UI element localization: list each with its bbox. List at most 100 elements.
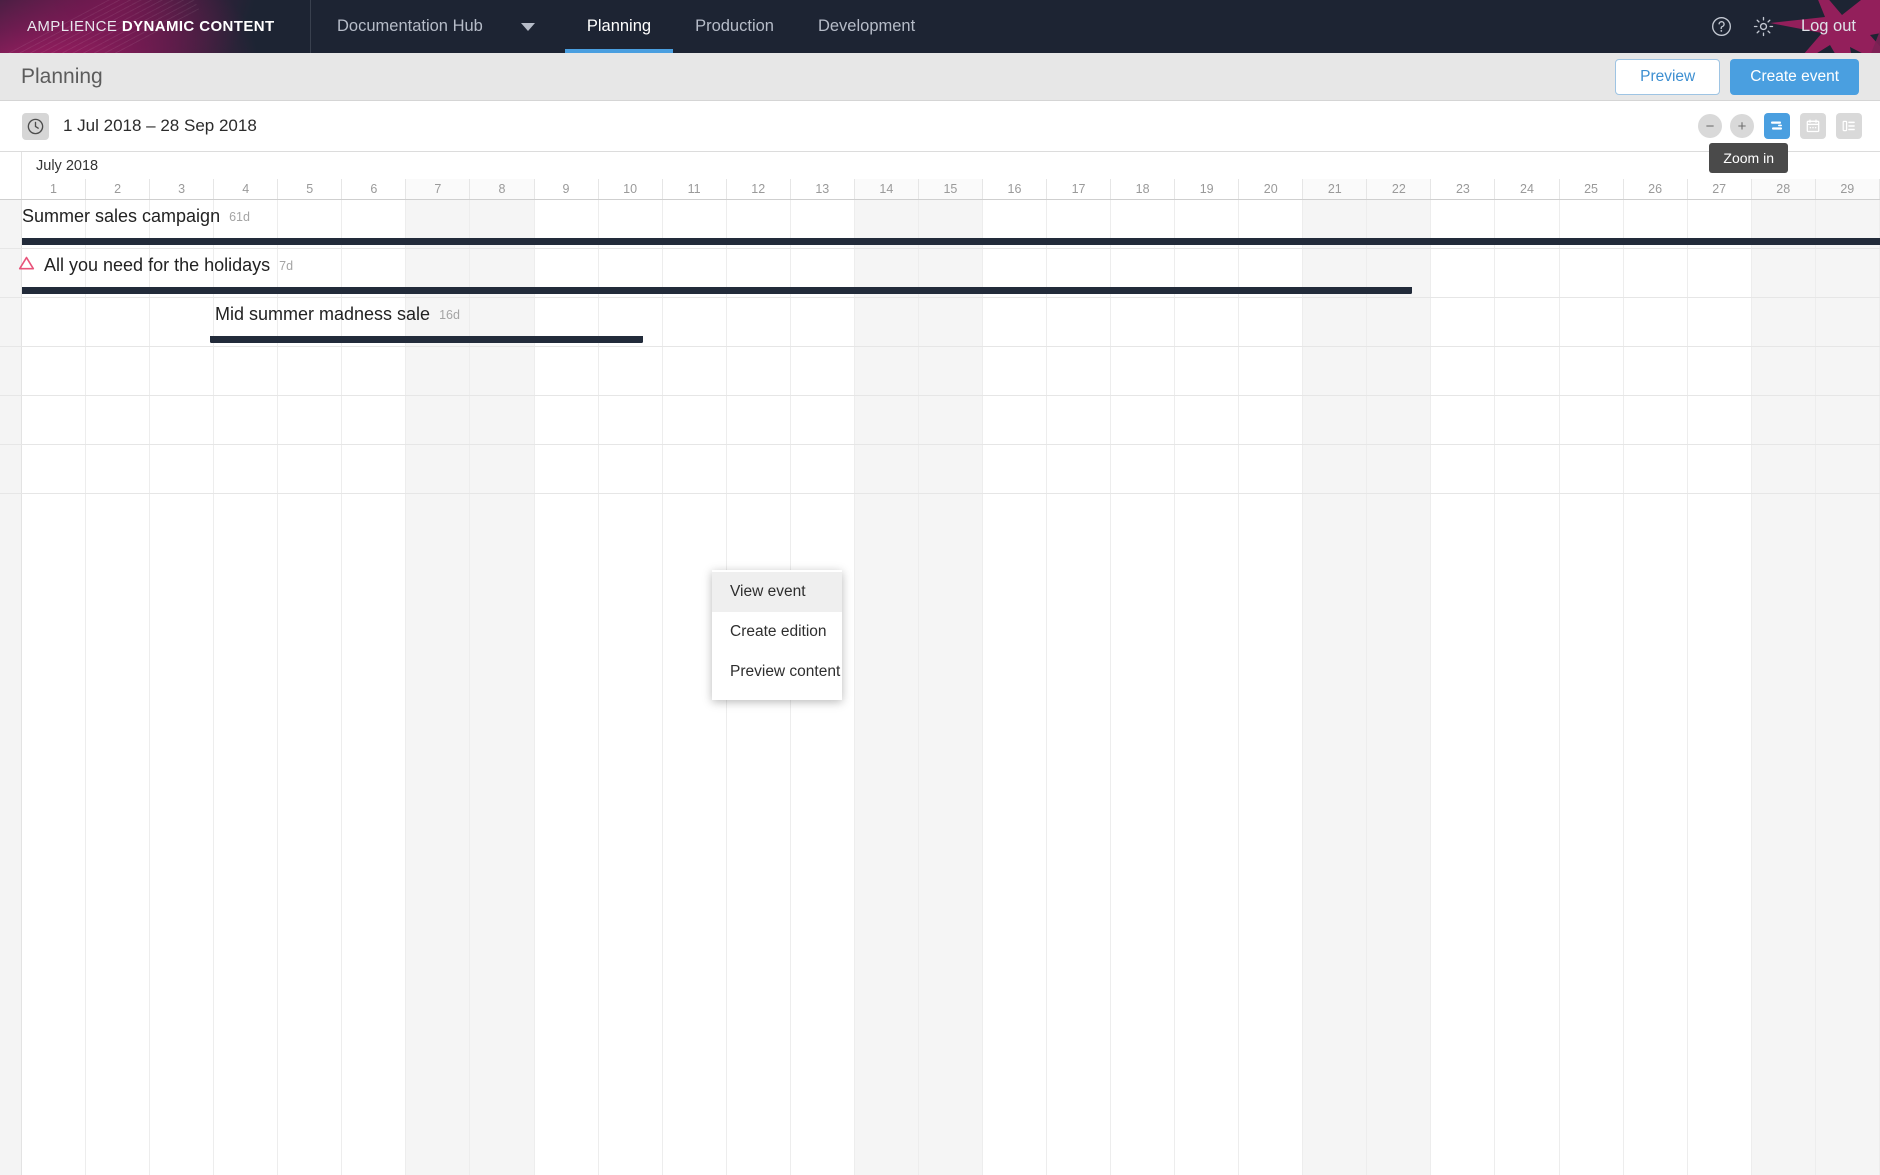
day-header-cell: 14	[854, 179, 919, 199]
timeline-rows: Summer sales campaign 61d All you need for…	[0, 200, 1880, 1175]
zoom-in-button[interactable]: +	[1730, 114, 1754, 138]
tab-production-label: Production	[695, 17, 774, 35]
event-bar[interactable]	[22, 238, 1880, 245]
month-label: July 2018	[36, 157, 99, 174]
day-header-cell: 12	[727, 179, 791, 199]
chevron-down-icon	[520, 22, 535, 31]
subheader-actions: Preview Create event	[1615, 58, 1859, 95]
zoom-in-tooltip: Zoom in	[1709, 143, 1788, 173]
timeline-empty-row[interactable]	[0, 396, 1880, 445]
clock-icon[interactable]	[22, 112, 49, 140]
top-navigation-bar: AMPLIENCE DYNAMIC CONTENT Documentation …	[0, 0, 1880, 53]
day-header-cell: 4	[214, 179, 279, 199]
event-context-menu: View event Create edition Preview content	[712, 570, 842, 700]
day-header-cell: 13	[791, 179, 855, 199]
list-view-button[interactable]	[1836, 113, 1862, 139]
day-header-cell: 15	[918, 179, 983, 199]
event-name: All you need for the holidays	[44, 255, 271, 275]
day-header-cell: 8	[470, 179, 535, 199]
day-header-cell: 20	[1239, 179, 1304, 199]
help-circle-icon[interactable]	[1701, 6, 1743, 48]
date-range-text: 1 Jul 2018 – 28 Sep 2018	[63, 116, 257, 135]
hub-selector[interactable]: Documentation Hub	[311, 0, 535, 53]
tab-planning[interactable]: Planning	[564, 0, 674, 53]
logout-label: Log out	[1800, 17, 1856, 35]
timeline-filler	[0, 494, 1880, 1175]
day-header-cell: 21	[1303, 179, 1368, 199]
month-gutter	[0, 151, 22, 180]
day-header-cell: 16	[983, 179, 1047, 199]
day-header-cell: 28	[1751, 179, 1816, 199]
timeline-event-row[interactable]: All you need for the holidays 7d	[0, 249, 1880, 298]
context-menu-item[interactable]: Preview content	[712, 652, 842, 692]
date-range-bar: 1 Jul 2018 – 28 Sep 2018 − + Zoom in	[0, 101, 1880, 173]
tab-production[interactable]: Production	[673, 0, 796, 53]
timeline: July 2018 1 2 3 4 5 6 7 8 9 10 11 12 13 14 15 16 17 18 19 2…	[0, 151, 1880, 1175]
day-header-cell: 7	[406, 179, 471, 199]
day-header-cell: 23	[1431, 179, 1496, 199]
timeline-event-row[interactable]: Summer sales campaign 61d	[0, 200, 1880, 249]
brand-logo[interactable]: AMPLIENCE DYNAMIC CONTENT	[0, 0, 311, 53]
create-event-button[interactable]: Create event	[1730, 58, 1859, 95]
page-title: Planning	[21, 64, 103, 88]
day-header-cell: 29	[1815, 179, 1880, 199]
calendar-view-button[interactable]	[1800, 113, 1826, 139]
event-label[interactable]: All you need for the holidays 7d	[18, 255, 293, 276]
timeline-empty-row[interactable]	[0, 347, 1880, 396]
day-header-cell: 19	[1175, 179, 1240, 199]
event-name: Mid summer madness sale	[215, 304, 431, 324]
tab-development-label: Development	[817, 17, 916, 35]
brand-name-bold: DYNAMIC CONTENT	[121, 18, 275, 35]
event-name: Summer sales campaign	[22, 206, 221, 226]
day-header-cell: 17	[1047, 179, 1112, 199]
day-header-cell: 5	[278, 179, 343, 199]
event-bar-left-cap	[210, 336, 219, 352]
day-header-cell: 27	[1688, 179, 1752, 199]
logout-button[interactable]: Log out	[1801, 17, 1856, 36]
event-label[interactable]: Summer sales campaign 61d	[22, 206, 250, 227]
day-header-cell: 26	[1624, 179, 1688, 199]
day-header-cell: 11	[663, 179, 727, 199]
brand-text: AMPLIENCE DYNAMIC CONTENT	[0, 18, 275, 35]
list-icon	[1842, 120, 1855, 132]
timeline-event-row[interactable]: Mid summer madness sale 16d	[0, 298, 1880, 347]
nav-right-actions: Log out	[1701, 0, 1880, 53]
day-header-cell: 2	[86, 179, 151, 199]
warning-triangle-icon	[18, 255, 35, 276]
event-duration: 16d	[439, 307, 460, 322]
primary-tabs: Planning Production Development	[564, 0, 937, 53]
month-header-row: July 2018	[0, 151, 1880, 180]
day-header-cell: 18	[1111, 179, 1176, 199]
page-subheader: Planning Preview Create event	[0, 53, 1880, 101]
event-label[interactable]: Mid summer madness sale 16d	[215, 304, 460, 325]
event-bar[interactable]	[22, 287, 1412, 294]
day-gutter	[0, 179, 22, 199]
calendar-icon	[1806, 119, 1820, 133]
timeline-controls: − +	[1698, 113, 1862, 139]
tab-planning-label: Planning	[586, 17, 652, 35]
timeline-grid-body: Summer sales campaign 61d All you need for…	[0, 200, 1880, 1175]
day-header-cell: 6	[342, 179, 407, 199]
hub-label: Documentation Hub	[337, 17, 483, 35]
day-header-cell: 3	[150, 179, 215, 199]
context-menu-item[interactable]: Create edition	[712, 612, 842, 652]
context-menu-item[interactable]: View event	[712, 572, 842, 612]
timeline-view-button[interactable]	[1764, 113, 1790, 139]
zoom-out-button[interactable]: −	[1698, 114, 1722, 138]
preview-button[interactable]: Preview	[1615, 58, 1721, 95]
day-header-cell: 9	[535, 179, 599, 199]
event-bar-right-cap	[1403, 287, 1412, 303]
day-header-cell: 22	[1367, 179, 1432, 199]
tab-development[interactable]: Development	[796, 0, 937, 53]
day-header-cell: 1	[22, 179, 87, 199]
day-header-cell: 10	[599, 179, 663, 199]
brand-name-light: AMPLIENCE	[27, 18, 122, 35]
event-bar[interactable]	[210, 336, 643, 343]
event-duration: 7d	[279, 258, 294, 273]
gear-icon[interactable]	[1743, 6, 1785, 48]
day-header-cell: 25	[1560, 179, 1624, 199]
timeline-empty-row[interactable]	[0, 445, 1880, 494]
day-header-row: 1 2 3 4 5 6 7 8 9 10 11 12 13 14 15 16 17 18 19 20 21 22 23 24 2…	[0, 179, 1880, 200]
event-duration: 61d	[229, 209, 250, 224]
timeline-icon	[1771, 121, 1782, 130]
